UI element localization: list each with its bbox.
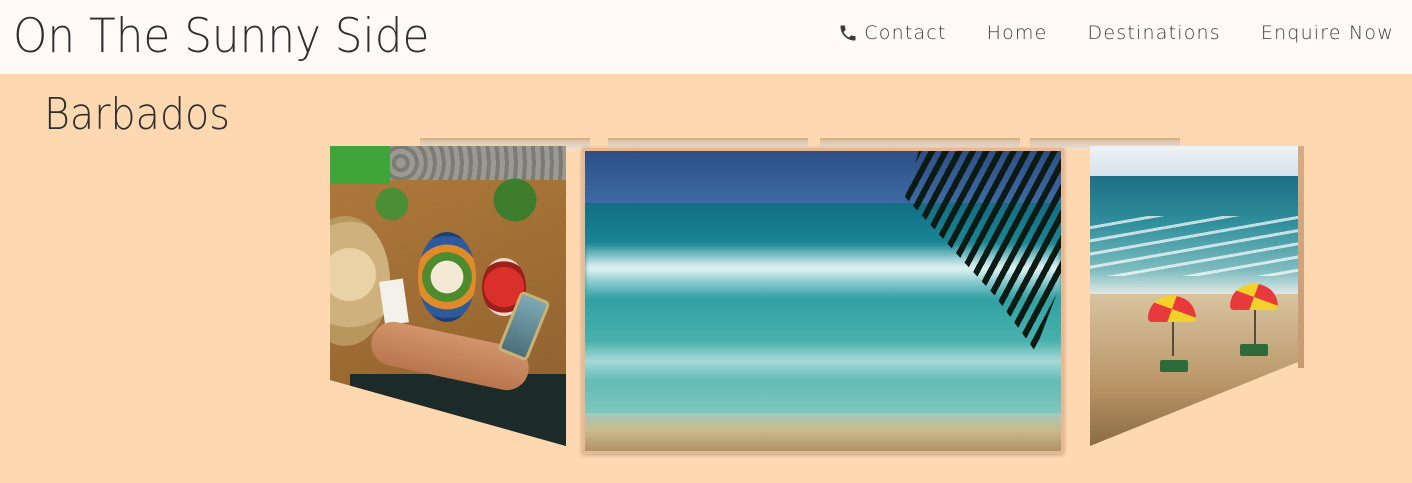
nav-home-link[interactable]: Home: [987, 22, 1048, 44]
nav-enquire-link[interactable]: Enquire Now: [1261, 22, 1394, 44]
image-carousel[interactable]: [330, 138, 1305, 460]
site-header: On The Sunny Side Contact Home Destinati…: [0, 0, 1412, 74]
phone-icon: [838, 23, 858, 43]
beach-photo: [1090, 146, 1298, 176]
main-nav: Contact Home Destinations Enquire Now: [838, 22, 1394, 44]
page-title: Barbados: [44, 89, 230, 140]
site-logo[interactable]: On The Sunny Side: [13, 6, 429, 68]
carousel-slide-food[interactable]: [330, 146, 566, 446]
nav-destinations-link[interactable]: Destinations: [1088, 22, 1221, 44]
carousel-back-panel: [1298, 146, 1304, 368]
carousel-slide-ocean[interactable]: [582, 148, 1064, 454]
carousel-slide-beach[interactable]: [1090, 146, 1298, 446]
nav-contact-link[interactable]: Contact: [838, 22, 946, 44]
nav-contact-label: Contact: [864, 22, 947, 44]
